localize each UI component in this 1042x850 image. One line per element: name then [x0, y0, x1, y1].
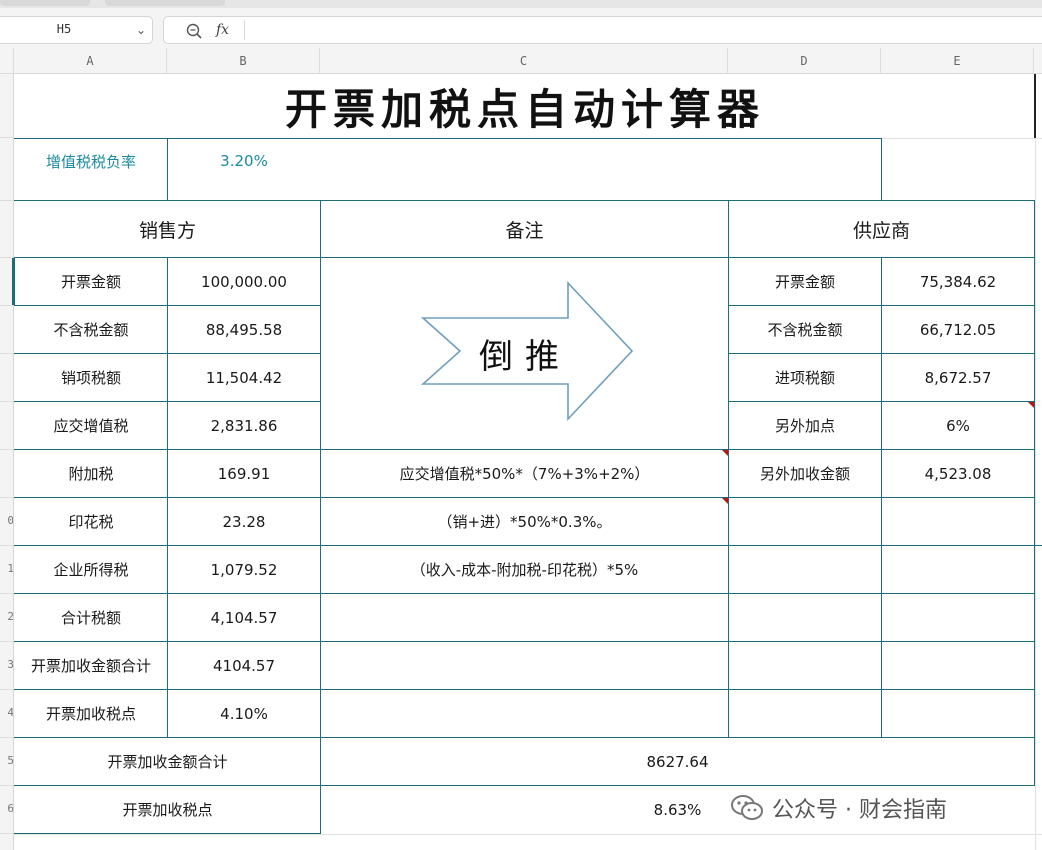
supplier-label[interactable]: 另外加收金额: [729, 450, 881, 497]
select-all-corner[interactable]: [0, 48, 14, 74]
seller-label[interactable]: 开票加收税点: [15, 690, 167, 737]
row-number[interactable]: 5: [0, 754, 13, 767]
row-number[interactable]: 6: [0, 802, 13, 815]
tab-strip: [0, 0, 1042, 8]
row-divider: [0, 785, 13, 786]
total-value[interactable]: 8627.64: [321, 738, 1034, 785]
column-header-c[interactable]: C: [320, 48, 728, 74]
seller-label[interactable]: 印花税: [15, 498, 167, 545]
total-label[interactable]: 开票加收税点: [15, 786, 320, 833]
column-header-e[interactable]: E: [881, 48, 1034, 74]
formula-text: [250, 22, 950, 38]
seller-label[interactable]: 附加税: [15, 450, 167, 497]
seller-header[interactable]: 销售方: [15, 201, 320, 257]
cell-reference: H5: [56, 22, 72, 36]
column-header-a[interactable]: A: [14, 48, 167, 74]
seller-label[interactable]: 开票加收金额合计: [15, 642, 167, 689]
seller-value[interactable]: 4,104.57: [168, 594, 320, 641]
border: [1034, 200, 1035, 785]
column-header-d[interactable]: D: [728, 48, 881, 74]
wechat-icon: [731, 795, 763, 820]
border: [14, 833, 321, 834]
row-divider: [0, 833, 13, 834]
supplier-label[interactable]: 另外加点: [729, 402, 881, 449]
seller-value[interactable]: 23.28: [168, 498, 320, 545]
tab-shadow: [0, 0, 90, 6]
note-surcharge[interactable]: 应交增值税*50%*（7%+3%+2%）: [321, 450, 728, 497]
supplier-value[interactable]: 6%: [882, 402, 1034, 449]
seller-value[interactable]: 4104.57: [168, 642, 320, 689]
seller-value[interactable]: 2,831.86: [168, 402, 320, 449]
vat-rate-value[interactable]: 3.20%: [168, 139, 320, 183]
seller-label[interactable]: 合计税额: [15, 594, 167, 641]
row-divider: [0, 305, 13, 306]
formula-separator: [244, 20, 245, 40]
row-number[interactable]: 1: [0, 562, 13, 575]
column-header-bar: A B C D E: [0, 48, 1042, 74]
watermark: 公众号 · 财会指南: [730, 790, 1030, 826]
seller-value[interactable]: 1,079.52: [168, 546, 320, 593]
function-icon[interactable]: fx: [216, 20, 238, 40]
seller-value[interactable]: 4.10%: [168, 690, 320, 737]
comment-marker[interactable]: [722, 498, 728, 504]
row-divider: [0, 137, 13, 138]
seller-label[interactable]: 应交增值税: [15, 402, 167, 449]
seller-label[interactable]: 销项税额: [15, 354, 167, 401]
gridline: [1035, 74, 1036, 850]
row-divider: [0, 200, 13, 201]
row-divider: [0, 449, 13, 450]
supplier-value[interactable]: 66,712.05: [882, 306, 1034, 353]
row-number[interactable]: 0: [0, 514, 13, 527]
note-stamp-duty[interactable]: （销+进）*50%*0.3%。: [321, 498, 728, 545]
row-divider: [0, 545, 13, 546]
row-number[interactable]: 2: [0, 610, 13, 623]
row-divider: [0, 737, 13, 738]
zoom-icon[interactable]: [185, 22, 203, 40]
seller-label[interactable]: 企业所得税: [15, 546, 167, 593]
row-header-bar: 0 1 2 3 4 5 6: [0, 74, 14, 850]
seller-value[interactable]: 100,000.00: [168, 258, 320, 305]
row-number[interactable]: 3: [0, 658, 13, 671]
watermark-text: 公众号 · 财会指南: [772, 798, 947, 823]
border: [881, 138, 882, 200]
seller-label[interactable]: 开票金额: [15, 258, 167, 305]
total-label[interactable]: 开票加收金额合计: [15, 738, 320, 785]
seller-value[interactable]: 169.91: [168, 450, 320, 497]
selection-edge: [1034, 74, 1036, 138]
row-divider: [0, 689, 13, 690]
row-divider: [0, 593, 13, 594]
sheet-title[interactable]: 开票加税点自动计算器: [15, 74, 1035, 138]
note-income-tax[interactable]: （收入-成本-附加税-印花税）*5%: [321, 546, 728, 593]
supplier-label[interactable]: 进项税额: [729, 354, 881, 401]
supplier-label[interactable]: 开票金额: [729, 258, 881, 305]
arrow-label: 倒推: [479, 336, 571, 377]
supplier-value[interactable]: 8,672.57: [882, 354, 1034, 401]
comment-marker[interactable]: [722, 450, 728, 456]
row-number[interactable]: 4: [0, 706, 13, 719]
gridline: [14, 834, 1042, 835]
supplier-value[interactable]: 4,523.08: [882, 450, 1034, 497]
seller-value[interactable]: 11,504.42: [168, 354, 320, 401]
vat-rate-label[interactable]: 增值税税负率: [15, 139, 167, 183]
notes-header[interactable]: 备注: [321, 201, 728, 257]
row-divider: [0, 497, 13, 498]
seller-value[interactable]: 88,495.58: [168, 306, 320, 353]
comment-marker[interactable]: [1028, 402, 1034, 408]
row-divider: [0, 353, 13, 354]
supplier-header[interactable]: 供应商: [729, 201, 1034, 257]
column-header-b[interactable]: B: [167, 48, 320, 74]
row-divider: [0, 401, 13, 402]
chevron-down-icon[interactable]: ⌄: [134, 23, 148, 37]
supplier-value[interactable]: 75,384.62: [882, 258, 1034, 305]
row-divider: [0, 641, 13, 642]
tab-shadow: [105, 0, 225, 6]
supplier-label[interactable]: 不含税金额: [729, 306, 881, 353]
seller-label[interactable]: 不含税金额: [15, 306, 167, 353]
